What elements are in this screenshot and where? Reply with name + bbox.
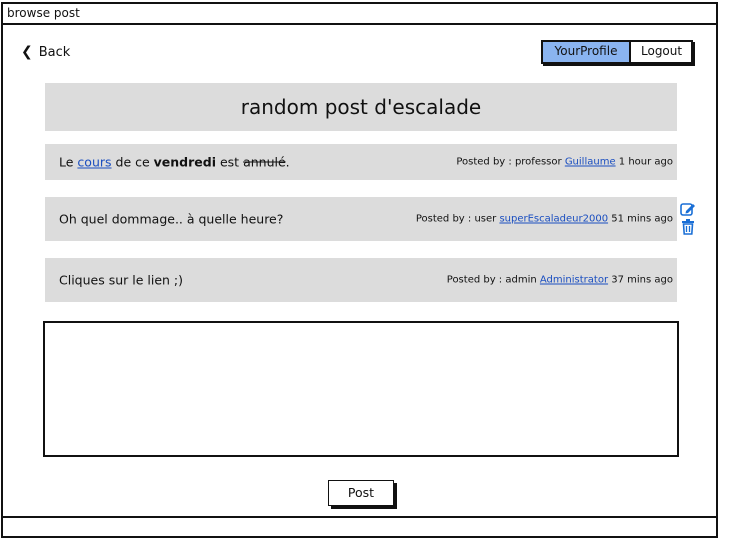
window-title: browse post bbox=[3, 4, 716, 25]
message-text: Le bbox=[59, 154, 78, 170]
post-item: Cliques sur le lien ;) Posted by : admin… bbox=[45, 258, 677, 302]
post-time: 37 mins ago bbox=[611, 274, 673, 286]
message-text: de ce bbox=[111, 154, 154, 170]
posted-by-label: Posted by : professor bbox=[456, 156, 562, 168]
post-message: Le cours de ce vendredi est annulé. bbox=[59, 155, 290, 170]
author-link[interactable]: Guillaume bbox=[565, 157, 616, 168]
post-button[interactable]: Post bbox=[328, 480, 394, 506]
posted-by-label: Posted by : admin bbox=[446, 274, 537, 286]
reply-input[interactable] bbox=[43, 321, 679, 457]
edit-icon[interactable] bbox=[680, 202, 696, 217]
back-button[interactable]: ❮ Back bbox=[21, 44, 70, 60]
post-item: Oh quel dommage.. à quelle heure? Posted… bbox=[45, 197, 677, 241]
message-text: est bbox=[216, 154, 244, 170]
post-meta: Posted by : professor Guillaume 1 hour a… bbox=[456, 157, 673, 168]
message-strike-text: annulé bbox=[243, 154, 286, 170]
post-message: Cliques sur le lien ;) bbox=[59, 272, 184, 288]
post-meta: Posted by : user superEscaladeur2000 51 … bbox=[416, 214, 673, 225]
page-title: random post d'escalade bbox=[45, 83, 677, 131]
message-text: . bbox=[285, 154, 290, 170]
message-link[interactable]: cours bbox=[77, 155, 111, 170]
author-link[interactable]: Administrator bbox=[540, 275, 608, 286]
app-window: browse post ❮ Back YourProfile Logout ra… bbox=[1, 2, 718, 538]
back-label: Back bbox=[38, 44, 71, 60]
posted-by-label: Posted by : user bbox=[415, 213, 497, 225]
post-item: Le cours de ce vendredi est annulé. Post… bbox=[45, 144, 677, 180]
post-actions bbox=[679, 202, 697, 235]
trash-icon[interactable] bbox=[681, 219, 695, 235]
post-time: 1 hour ago bbox=[618, 156, 673, 168]
logout-button[interactable]: Logout bbox=[631, 42, 691, 62]
status-bar bbox=[3, 516, 716, 536]
author-link[interactable]: superEscaladeur2000 bbox=[499, 214, 608, 225]
post-time: 51 mins ago bbox=[611, 213, 673, 225]
post-meta: Posted by : admin Administrator 37 mins … bbox=[447, 275, 673, 286]
post-message: Oh quel dommage.. à quelle heure? bbox=[59, 211, 284, 227]
your-profile-button[interactable]: YourProfile bbox=[543, 42, 631, 62]
header-buttons: YourProfile Logout bbox=[541, 40, 693, 64]
message-bold-text: vendredi bbox=[153, 154, 216, 170]
chevron-left-icon: ❮ bbox=[21, 44, 33, 60]
